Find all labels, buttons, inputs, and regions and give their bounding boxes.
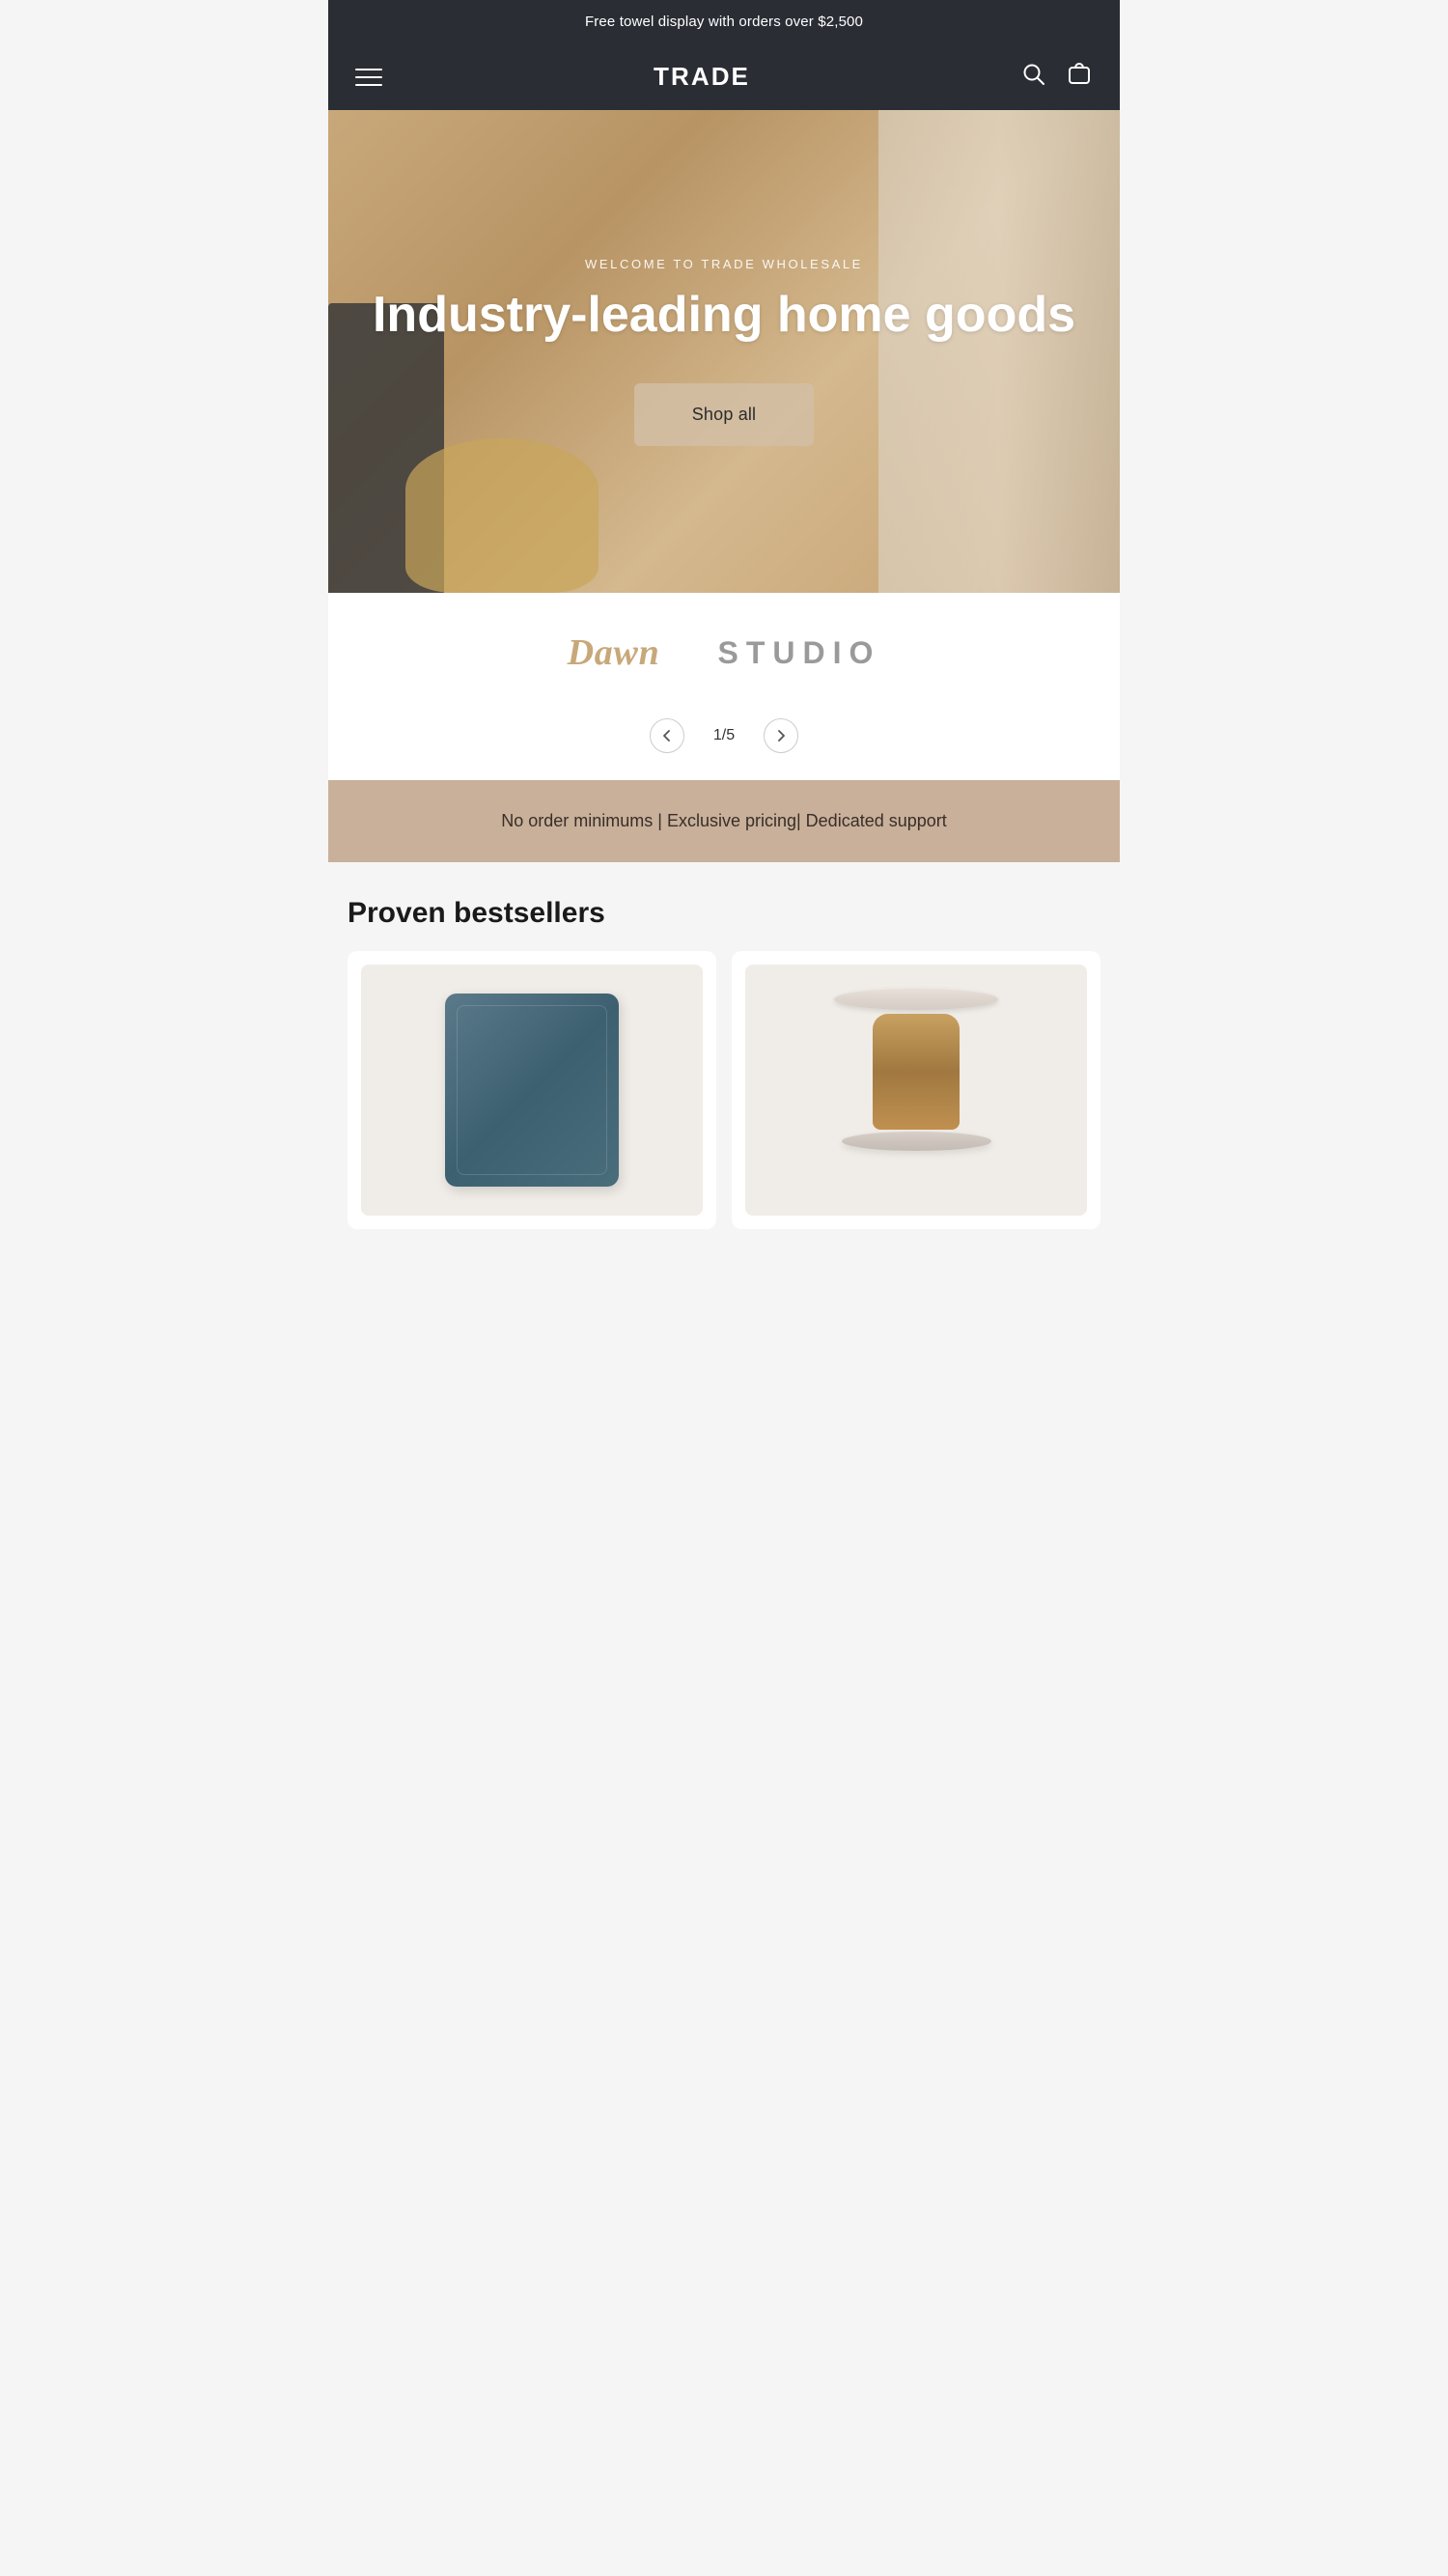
header-icons — [1021, 61, 1093, 93]
announcement-text: Free towel display with orders over $2,5… — [585, 14, 863, 30]
search-icon — [1021, 62, 1046, 87]
bestsellers-section: Proven bestsellers — [328, 862, 1120, 1248]
pagination-prev-button[interactable] — [650, 718, 684, 753]
pagination: 1/5 — [328, 703, 1120, 780]
cart-button[interactable] — [1066, 61, 1093, 93]
hero-cta-button[interactable]: Shop all — [634, 383, 815, 446]
menu-button[interactable] — [355, 69, 382, 86]
menu-line-3 — [355, 84, 382, 86]
hero-eyebrow: WELCOME TO TRADE WHOLESALE — [585, 257, 863, 271]
table-pedestal — [873, 1014, 960, 1130]
pillow-image — [445, 994, 619, 1187]
header: TRADE — [328, 43, 1120, 110]
pagination-next-button[interactable] — [764, 718, 798, 753]
side-table-image — [829, 989, 1003, 1191]
search-button[interactable] — [1021, 62, 1046, 92]
brand-dawn[interactable]: Dawn — [568, 631, 660, 674]
hero-section: WELCOME TO TRADE WHOLESALE Industry-lead… — [328, 110, 1120, 593]
bestsellers-title: Proven bestsellers — [348, 897, 1100, 930]
menu-line-1 — [355, 69, 382, 70]
announcement-bar: Free towel display with orders over $2,5… — [328, 0, 1120, 43]
pagination-info: 1/5 — [713, 727, 735, 744]
cart-icon — [1066, 61, 1093, 88]
benefits-bar: No order minimums | Exclusive pricing| D… — [328, 780, 1120, 862]
chevron-right-icon — [774, 729, 788, 742]
products-grid — [348, 951, 1100, 1229]
menu-line-2 — [355, 76, 382, 78]
brands-section: Dawn STUDIO — [328, 593, 1120, 703]
benefits-text: No order minimums | Exclusive pricing| D… — [348, 807, 1100, 835]
product-image-wrap — [745, 965, 1087, 1216]
site-logo[interactable]: TRADE — [654, 62, 750, 92]
chevron-left-icon — [660, 729, 674, 742]
table-top — [834, 989, 998, 1010]
product-card[interactable] — [348, 951, 716, 1229]
product-image-wrap — [361, 965, 703, 1216]
product-card[interactable] — [732, 951, 1100, 1229]
table-base — [842, 1132, 991, 1151]
brand-studio[interactable]: STUDIO — [718, 635, 881, 671]
hero-content: WELCOME TO TRADE WHOLESALE Industry-lead… — [328, 110, 1120, 593]
hero-title: Industry-leading home goods — [373, 287, 1075, 345]
